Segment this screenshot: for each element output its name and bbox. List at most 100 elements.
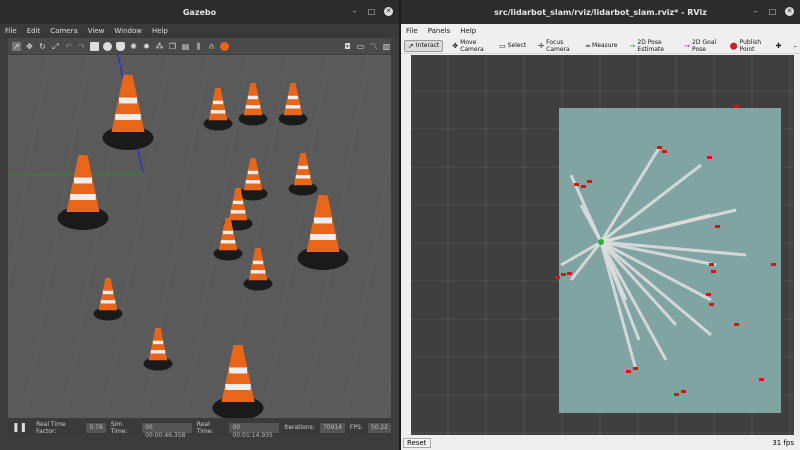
spot-light-icon[interactable]: ✹ xyxy=(142,42,151,51)
maximize-icon[interactable]: □ xyxy=(768,7,777,16)
iterations-value: 70914 xyxy=(319,422,345,433)
rotate-mode-icon[interactable]: ↻ xyxy=(38,42,47,51)
fps-value: 50.22 xyxy=(367,422,391,433)
scan-point xyxy=(574,183,579,186)
log-icon[interactable]: ▭ xyxy=(356,42,365,51)
rviz-window: src/lidarbot_slam/rviz/lidarbot_slam.rvi… xyxy=(401,0,800,450)
scan-point xyxy=(711,270,716,273)
scan-point xyxy=(706,293,711,296)
screenshot-icon[interactable]: ◘ xyxy=(343,42,352,51)
rviz-map-scene xyxy=(411,55,794,435)
minimize-icon[interactable]: – xyxy=(751,7,760,16)
scan-point xyxy=(709,263,714,266)
redo-icon[interactable]: ↷ xyxy=(77,42,86,51)
copy-icon[interactable]: ❐ xyxy=(168,42,177,51)
gazebo-titlebar: Gazebo – □ ✕ xyxy=(0,0,399,24)
translate-mode-icon[interactable]: ✥ xyxy=(25,42,34,51)
maximize-icon[interactable]: □ xyxy=(367,7,376,16)
scan-point xyxy=(709,303,714,306)
minimize-icon[interactable]: – xyxy=(350,7,359,16)
rviz-titlebar: src/lidarbot_slam/rviz/lidarbot_slam.rvi… xyxy=(401,0,800,24)
gazebo-menubar: File Edit Camera View Window Help xyxy=(0,24,399,38)
plot-icon[interactable]: 〽 xyxy=(369,42,378,51)
point-light-icon[interactable]: ✺ xyxy=(129,42,138,51)
sphere-shape-icon[interactable] xyxy=(103,41,112,51)
gazebo-statusbar: ❚❚ Real Time Factor: 0.78 Sim Time: 00 0… xyxy=(8,419,391,439)
publish-point-tool[interactable]: ⬤ Publish Point xyxy=(727,38,767,53)
menu-camera[interactable]: Camera xyxy=(50,27,77,35)
reset-button[interactable]: Reset xyxy=(403,438,431,448)
rviz-window-title: src/lidarbot_slam/rviz/lidarbot_slam.rvi… xyxy=(494,7,707,17)
scan-point xyxy=(633,367,638,370)
rviz-3d-view[interactable] xyxy=(411,55,794,435)
interact-tool[interactable]: ➚ Interact xyxy=(404,39,444,52)
undo-icon[interactable]: ↶ xyxy=(64,42,73,51)
box-shape-icon[interactable] xyxy=(90,41,99,51)
rviz-window-controls: – □ ✕ xyxy=(751,7,794,16)
map-pin-icon: ⬤ xyxy=(729,41,738,50)
scan-point xyxy=(561,273,566,276)
add-tool-button[interactable]: ✚ xyxy=(773,40,785,52)
fps-label: FPS: xyxy=(349,424,363,431)
scan-point xyxy=(681,390,686,393)
menu-view[interactable]: View xyxy=(88,27,105,35)
sim-time-label: Sim Time: xyxy=(110,420,128,435)
cylinder-shape-icon[interactable] xyxy=(116,41,125,51)
scan-point xyxy=(674,393,679,396)
real-time-label: Real Time: xyxy=(196,420,214,435)
scan-point xyxy=(662,150,667,153)
scan-point xyxy=(771,263,776,266)
rtf-label: Real Time Factor: xyxy=(36,420,66,435)
gazebo-3d-viewport[interactable] xyxy=(8,55,391,418)
scan-point xyxy=(707,156,712,159)
tool-label: Measure xyxy=(592,42,618,49)
arrow-pink-icon: ➞ xyxy=(684,41,691,50)
arrow-green-icon: ➞ xyxy=(629,41,636,50)
scan-point xyxy=(734,323,739,326)
fps-readout: 31 fps xyxy=(772,439,794,447)
scale-mode-icon[interactable]: ⤢ xyxy=(51,42,60,51)
rviz-bottom-bar: Reset 31 fps xyxy=(401,436,800,450)
scan-point xyxy=(734,105,739,108)
directional-light-icon[interactable]: ⁂ xyxy=(155,42,164,51)
scan-point xyxy=(581,185,586,188)
tool-label: Select xyxy=(507,42,527,49)
scan-point xyxy=(626,370,631,373)
sim-time-value: 00 00:00:46.358 xyxy=(142,422,192,439)
robot-marker xyxy=(598,239,604,245)
align-icon[interactable]: ⫼ xyxy=(194,42,203,51)
menu-panels[interactable]: Panels xyxy=(428,27,451,35)
select-tool[interactable]: ▭ Select xyxy=(496,40,529,52)
menu-help[interactable]: Help xyxy=(152,27,168,35)
tool-label: 2D Pose Estimate xyxy=(637,38,664,53)
menu-edit[interactable]: Edit xyxy=(27,27,41,35)
select-box-icon: ▭ xyxy=(499,41,506,50)
menu-file[interactable]: File xyxy=(5,27,17,35)
goal-pose-tool[interactable]: ➞ 2D Goal Pose xyxy=(681,38,721,53)
measure-tool[interactable]: ═ Measure xyxy=(583,40,621,52)
scan-point xyxy=(715,225,720,228)
menu-window[interactable]: Window xyxy=(114,27,142,35)
scan-point xyxy=(587,180,592,183)
remove-tool-button[interactable]: – xyxy=(790,40,800,52)
select-mode-icon[interactable]: ➚ xyxy=(12,41,21,51)
paste-icon[interactable]: ▤ xyxy=(181,42,190,51)
close-icon[interactable]: ✕ xyxy=(384,7,393,16)
close-icon[interactable]: ✕ xyxy=(785,7,794,16)
pause-icon[interactable]: ❚❚ xyxy=(12,423,27,433)
pose-estimate-tool[interactable]: ➞ 2D Pose Estimate xyxy=(627,38,676,53)
move-camera-tool[interactable]: ✥ Move Camera xyxy=(449,39,490,53)
ruler-icon: ═ xyxy=(585,41,591,50)
occupancy-map-unknown xyxy=(559,108,781,413)
rtf-value: 0.78 xyxy=(86,422,106,433)
menu-file[interactable]: File xyxy=(406,27,418,35)
tool-label: 2D Goal Pose xyxy=(692,38,717,53)
tool-label: Publish Point xyxy=(739,38,761,53)
record-icon[interactable]: ▥ xyxy=(382,42,391,51)
menu-help[interactable]: Help xyxy=(460,27,476,35)
iterations-label: Iterations: xyxy=(284,424,315,431)
snap-icon[interactable]: ∩ xyxy=(207,42,216,51)
change-view-icon[interactable] xyxy=(220,41,229,51)
focus-camera-tool[interactable]: ✛ Focus Camera xyxy=(535,39,577,53)
plus-icon: ✚ xyxy=(775,41,782,50)
